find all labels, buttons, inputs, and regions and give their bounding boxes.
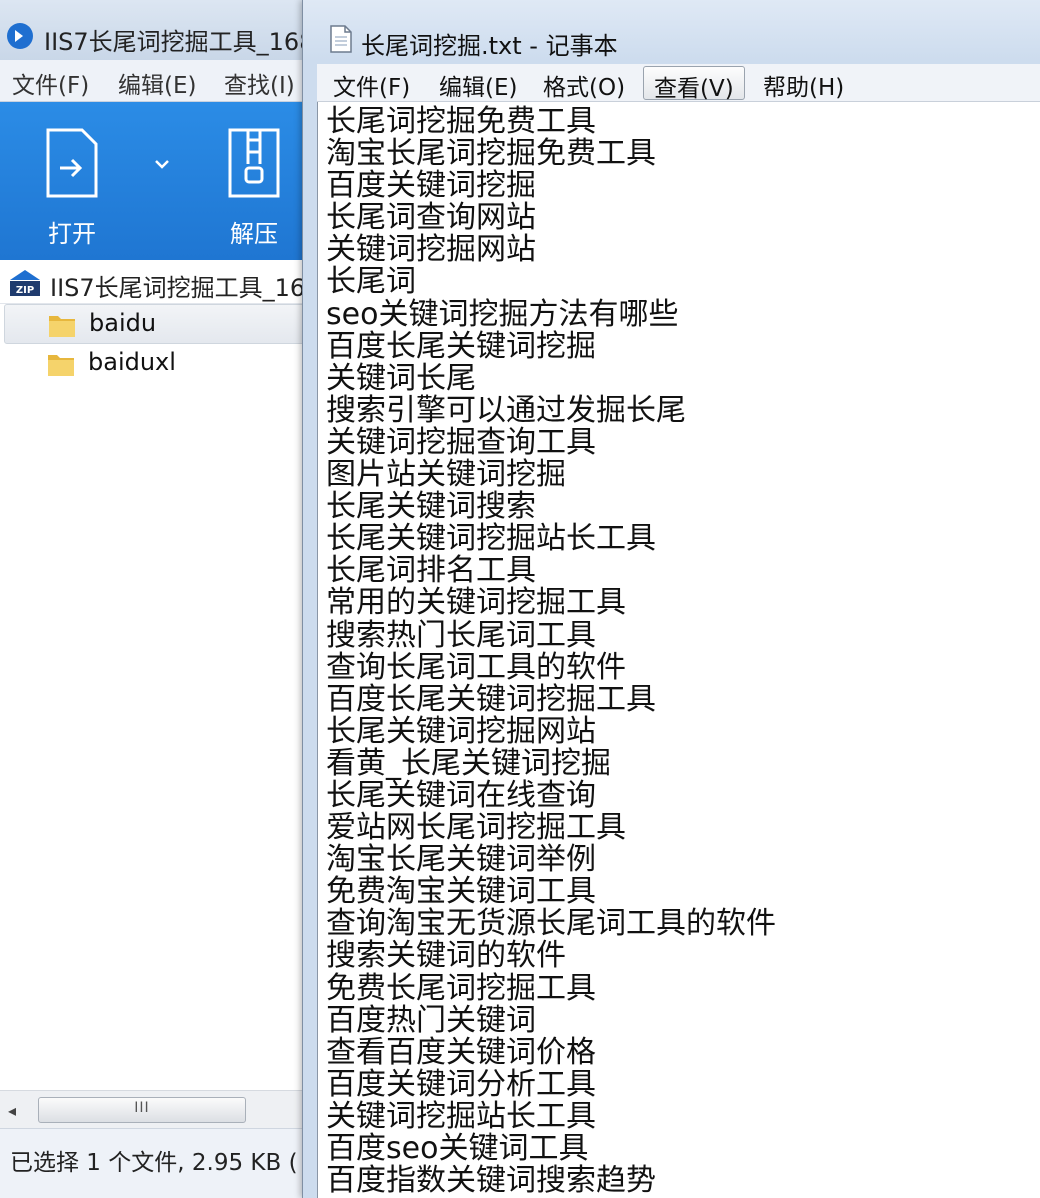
open-button-label: 打开 <box>48 220 96 248</box>
notepad-text-line: 百度seo关键词工具 <box>326 1131 589 1166</box>
notepad-text-line: 长尾关键词挖掘站长工具 <box>326 521 656 557</box>
scroll-grip-icon: III <box>134 1100 150 1116</box>
notepad-file-icon <box>330 25 352 53</box>
notepad-menu-help[interactable]: 帮助(H) <box>753 66 854 101</box>
notepad-text-line: 百度热门关键词 <box>326 1002 536 1038</box>
archive-app-icon <box>7 23 33 49</box>
notepad-menu-view[interactable]: 查看(V) <box>643 66 745 102</box>
file-row-baidu[interactable]: baidu <box>4 304 308 344</box>
open-icon <box>46 128 98 198</box>
notepad-text-line: 关键词长尾 <box>326 360 476 396</box>
notepad-text-line: 百度长尾关键词挖掘 <box>326 328 596 364</box>
notepad-text-line: 关键词挖掘站长工具 <box>326 1098 596 1134</box>
open-button[interactable]: 打开 <box>32 124 112 252</box>
svg-text:ZIP: ZIP <box>16 285 34 296</box>
archive-menu-bar: 文件(F) 编辑(E) 查找(I) <box>0 60 312 102</box>
notepad-text-line: 搜索关键词的软件 <box>326 938 566 974</box>
folder-icon <box>48 355 74 376</box>
notepad-window-title: 长尾词挖掘.txt - 记事本 <box>361 32 618 60</box>
notepad-text-line: 看黄_长尾关键词挖掘 <box>326 745 611 781</box>
notepad-text-line: 长尾词查询网站 <box>326 200 536 236</box>
archive-title-bar: IIS7长尾词挖掘工具_168 <box>0 0 312 60</box>
notepad-menu-edit[interactable]: 编辑(E) <box>429 66 527 101</box>
file-row-baiduxl[interactable]: baiduxl <box>4 344 308 384</box>
notepad-text-line: 百度关键词分析工具 <box>326 1066 596 1102</box>
archive-path-bar: ZIP IIS7长尾词挖掘工具_168 <box>0 260 312 304</box>
notepad-text-line: 爱站网长尾词挖掘工具 <box>326 810 626 846</box>
file-name: baidu <box>89 309 157 337</box>
archive-menu-edit[interactable]: 编辑(E) <box>118 66 196 100</box>
horizontal-scrollbar[interactable]: ◂ III <box>0 1090 312 1128</box>
notepad-text-line: 常用的关键词挖掘工具 <box>326 585 626 621</box>
notepad-text-line: 图片站关键词挖掘 <box>326 457 566 493</box>
notepad-text-line: 长尾关键词挖掘网站 <box>326 713 596 749</box>
notepad-text-line: 长尾词挖掘免费工具 <box>326 104 596 139</box>
zip-file-icon: ZIP <box>10 270 40 296</box>
chevron-down-icon[interactable] <box>150 154 174 174</box>
notepad-text-line: 免费淘宝关键词工具 <box>326 874 596 910</box>
notepad-menu-file[interactable]: 文件(F) <box>323 66 420 101</box>
notepad-text-line: 免费长尾词挖掘工具 <box>326 970 596 1006</box>
archive-status-text: 已选择 1 个文件, 2.95 KB ( <box>10 1150 298 1176</box>
extract-icon <box>228 128 280 198</box>
extract-button[interactable]: 解压 <box>214 124 294 252</box>
notepad-text-line: 关键词挖掘网站 <box>326 232 536 268</box>
notepad-menu-format[interactable]: 格式(O) <box>533 66 635 101</box>
scroll-thumb[interactable]: III <box>38 1097 246 1123</box>
notepad-text-line: 查询长尾词工具的软件 <box>326 649 626 685</box>
archive-menu-file[interactable]: 文件(F) <box>12 66 89 100</box>
notepad-text-line: 查看百度关键词价格 <box>326 1034 596 1070</box>
archive-status-bar: 已选择 1 个文件, 2.95 KB ( <box>0 1128 312 1198</box>
archive-path-text: IIS7长尾词挖掘工具_168 <box>50 274 312 302</box>
notepad-text-line: 搜索引擎可以通过发掘长尾 <box>326 392 686 428</box>
archive-window-title: IIS7长尾词挖掘工具_168 <box>44 28 312 56</box>
notepad-window: 长尾词挖掘.txt - 记事本 文件(F) 编辑(E) 格式(O) 查看(V) … <box>302 0 1040 1198</box>
notepad-text-line: 淘宝长尾词挖掘免费工具 <box>326 136 656 172</box>
notepad-text-line: 百度关键词挖掘 <box>326 168 536 204</box>
archive-menu-find[interactable]: 查找(I) <box>224 66 295 100</box>
notepad-text-line: seo关键词挖掘方法有哪些 <box>326 296 679 332</box>
notepad-title-bar[interactable]: 长尾词挖掘.txt - 记事本 <box>303 0 1040 64</box>
notepad-text-line: 关键词挖掘查询工具 <box>326 424 596 460</box>
folder-icon <box>49 316 75 337</box>
file-name: baiduxl <box>88 348 176 376</box>
notepad-text-line: 长尾关键词搜索 <box>326 489 536 525</box>
notepad-text-line: 长尾关键词在线查询 <box>326 777 596 813</box>
notepad-text-line: 长尾词 <box>326 264 416 300</box>
archive-toolbar: 打开 解压 <box>0 102 312 260</box>
notepad-text-line: 搜索热门长尾词工具 <box>326 617 596 653</box>
notepad-text-lines: 长尾词挖掘免费工具 淘宝长尾词挖掘免费工具 百度关键词挖掘 长尾词查询网站 关键词挖掘网… <box>326 104 776 1198</box>
notepad-text-line: 淘宝长尾关键词举例 <box>326 842 596 878</box>
archive-window: IIS7长尾词挖掘工具_168 文件(F) 编辑(E) 查找(I) 打开 解压 <box>0 0 312 1198</box>
notepad-text-line: 查询淘宝无货源长尾词工具的软件 <box>326 906 776 942</box>
extract-button-label: 解压 <box>230 220 278 248</box>
notepad-text-line: 长尾词排名工具 <box>326 553 536 589</box>
notepad-text-line: 百度指数关键词搜索趋势 <box>326 1163 656 1198</box>
scroll-left-icon[interactable]: ◂ <box>8 1101 16 1120</box>
notepad-menu-bar: 文件(F) 编辑(E) 格式(O) 查看(V) 帮助(H) <box>317 64 1040 102</box>
notepad-text-line: 百度长尾关键词挖掘工具 <box>326 681 656 717</box>
notepad-text-area[interactable]: 长尾词挖掘免费工具 淘宝长尾词挖掘免费工具 百度关键词挖掘 长尾词查询网站 关键词挖掘网… <box>317 102 1040 1198</box>
